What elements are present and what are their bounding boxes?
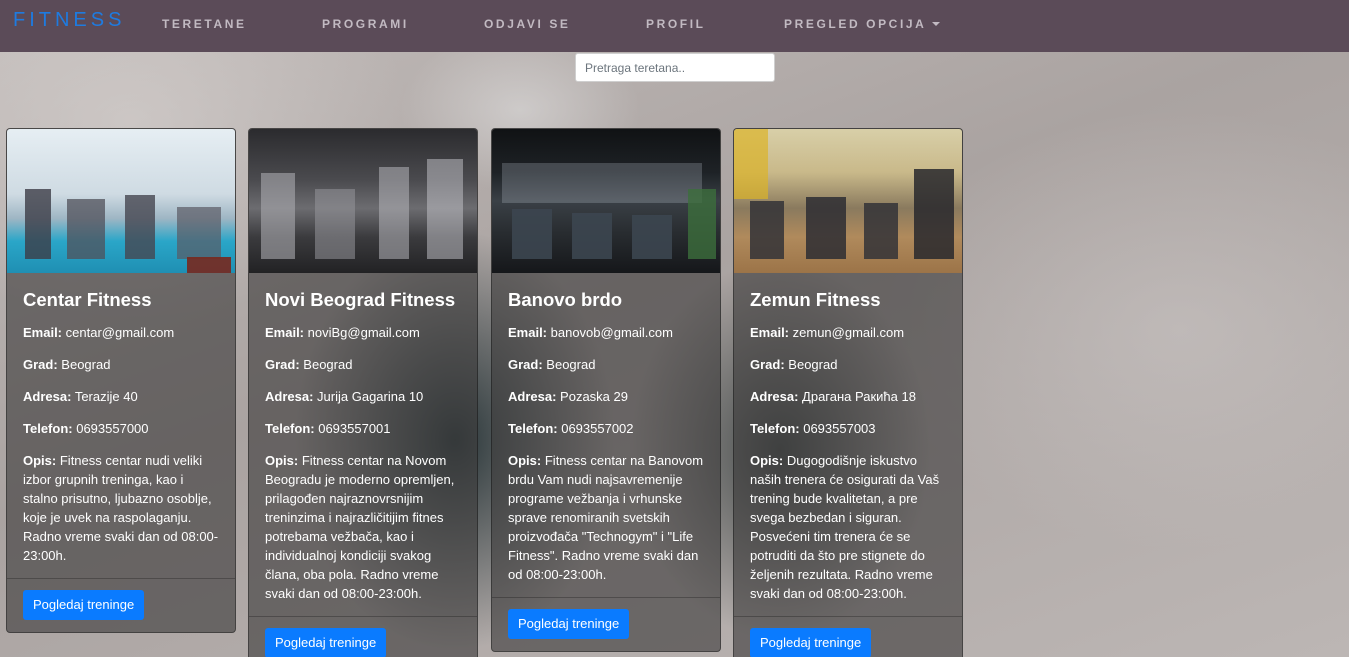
gym-email: Email: noviBg@gmail.com xyxy=(265,325,420,340)
gym-name: Zemun Fitness xyxy=(750,289,881,310)
nav-link-profil[interactable]: PROFIL xyxy=(646,17,706,31)
gym-email: Email: zemun@gmail.com xyxy=(750,325,905,340)
gym-phone: Telefon: 0693557000 xyxy=(23,421,149,436)
gym-address: Adresa: Драгана Ракића 18 xyxy=(750,389,916,404)
view-trainings-button[interactable]: Pogledaj treninge xyxy=(508,609,630,639)
gym-card: Banovo brdo Email: banovob@gmail.com Gra… xyxy=(491,128,721,652)
gym-photo xyxy=(7,129,235,273)
gym-photo xyxy=(249,129,477,273)
gym-email: Email: centar@gmail.com xyxy=(23,325,175,340)
gym-phone: Telefon: 0693557001 xyxy=(265,421,391,436)
gym-name: Centar Fitness xyxy=(23,289,152,310)
gym-description: Opis: Dugogodišnje iskustvo naših trener… xyxy=(750,453,940,601)
gym-address: Adresa: Pozaska 29 xyxy=(508,389,628,404)
gym-city: Grad: Beograd xyxy=(23,357,111,372)
nav-link-programi[interactable]: PROGRAMI xyxy=(322,17,409,31)
brand-logo[interactable]: FITNESS xyxy=(13,9,125,32)
search-input[interactable] xyxy=(575,53,775,82)
gym-name: Banovo brdo xyxy=(508,289,623,310)
nav-link-teretane[interactable]: TERETANE xyxy=(162,17,247,31)
gym-description: Opis: Fitness centar na Novom Beogradu j… xyxy=(265,453,455,601)
gym-description: Opis: Fitness centar na Banovom brdu Vam… xyxy=(508,453,704,582)
nav-dropdown-pregled-opcija[interactable]: PREGLED OPCIJA xyxy=(784,17,941,31)
gym-city: Grad: Beograd xyxy=(508,357,596,372)
gym-email: Email: banovob@gmail.com xyxy=(508,325,673,340)
view-trainings-button[interactable]: Pogledaj treninge xyxy=(23,590,145,620)
gym-address: Adresa: Terazije 40 xyxy=(23,389,138,404)
gym-description: Opis: Fitness centar nudi veliki izbor g… xyxy=(23,453,219,563)
top-navbar: FITNESS TERETANE PROGRAMI ODJAVI SE PROF… xyxy=(0,0,1349,52)
nav-dropdown-label: PREGLED OPCIJA xyxy=(784,17,927,31)
gym-phone: Telefon: 0693557002 xyxy=(508,421,634,436)
gym-name: Novi Beograd Fitness xyxy=(265,289,456,310)
view-trainings-button[interactable]: Pogledaj treninge xyxy=(265,628,387,657)
gym-card: Zemun Fitness Email: zemun@gmail.com Gra… xyxy=(733,128,963,657)
gym-city: Grad: Beograd xyxy=(265,357,353,372)
gym-card: Centar Fitness Email: centar@gmail.com G… xyxy=(6,128,236,633)
gym-address: Adresa: Jurija Gagarina 10 xyxy=(265,389,424,404)
gym-card: Novi Beograd Fitness Email: noviBg@gmail… xyxy=(248,128,478,657)
gym-photo xyxy=(734,129,962,273)
gym-city: Grad: Beograd xyxy=(750,357,838,372)
nav-link-odjavi-se[interactable]: ODJAVI SE xyxy=(484,17,571,31)
gym-photo xyxy=(492,129,720,273)
caret-down-icon xyxy=(932,22,941,26)
view-trainings-button[interactable]: Pogledaj treninge xyxy=(750,628,872,657)
gym-phone: Telefon: 0693557003 xyxy=(750,421,876,436)
